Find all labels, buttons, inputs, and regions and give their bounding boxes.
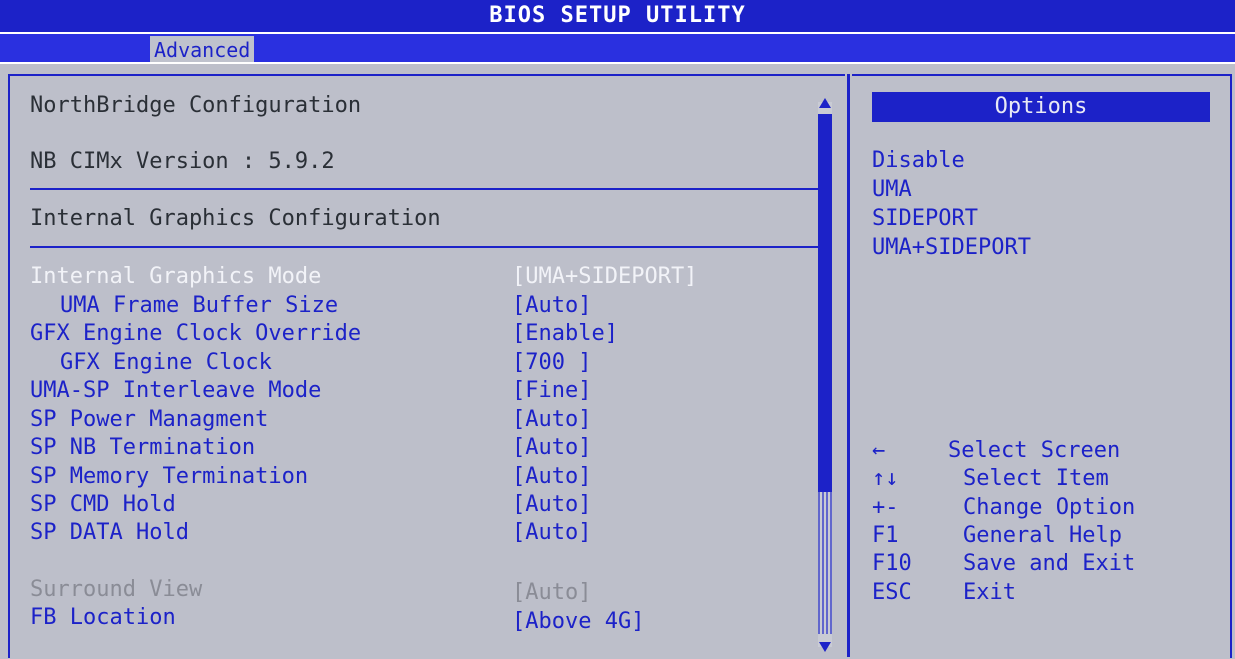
setting-value-internal-graphics-mode[interactable]: [UMA+SIDEPORT]: [512, 263, 697, 291]
option-disable[interactable]: Disable: [872, 147, 965, 175]
separator-bottom: [30, 246, 825, 248]
tab-advanced[interactable]: Advanced: [150, 36, 255, 64]
setting-value-sp-cmd-hold[interactable]: [Auto]: [512, 491, 591, 519]
setting-label-uma-sp-interleave-mode[interactable]: UMA-SP Interleave Mode: [30, 377, 321, 405]
setting-label-uma-frame-buffer-size[interactable]: UMA Frame Buffer Size: [60, 292, 338, 320]
help-key-plus-minus: +-: [872, 495, 899, 520]
help-key-f10: F10: [872, 551, 912, 576]
option-uma-sideport[interactable]: UMA+SIDEPORT: [872, 234, 1031, 262]
setting-label-gfx-engine-clock-override[interactable]: GFX Engine Clock Override: [30, 320, 361, 348]
setting-value-sp-memory-termination[interactable]: [Auto]: [512, 463, 591, 491]
setting-label-sp-data-hold[interactable]: SP DATA Hold: [30, 519, 189, 547]
panel-divider: [847, 74, 850, 657]
setting-label-sp-power-managment[interactable]: SP Power Managment: [30, 406, 268, 434]
option-sideport[interactable]: SIDEPORT: [872, 205, 978, 233]
help-key-esc: ESC: [872, 580, 912, 605]
setting-label-gfx-engine-clock[interactable]: GFX Engine Clock: [60, 349, 272, 377]
subsection-title: Internal Graphics Configuration: [30, 206, 441, 231]
setting-label-sp-cmd-hold[interactable]: SP CMD Hold: [30, 491, 176, 519]
setting-value-uma-sp-interleave-mode[interactable]: [Fine]: [512, 377, 591, 405]
section-title: NorthBridge Configuration: [30, 93, 362, 118]
help-action-select-item: Select Item: [963, 466, 1109, 491]
setting-value-uma-frame-buffer-size[interactable]: [Auto]: [512, 292, 591, 320]
help-action-save-and-exit: Save and Exit: [963, 551, 1136, 576]
scroll-up-arrow-icon[interactable]: [819, 98, 831, 108]
options-header: Options: [872, 92, 1210, 122]
setting-label-fb-location[interactable]: FB Location: [30, 604, 176, 632]
setting-label-internal-graphics-mode[interactable]: Internal Graphics Mode: [30, 263, 321, 291]
scroll-down-arrow-icon[interactable]: [819, 642, 831, 652]
help-action-exit: Exit: [963, 580, 1016, 605]
setting-value-sp-nb-termination[interactable]: [Auto]: [512, 434, 591, 462]
window-title: BIOS SETUP UTILITY: [0, 0, 1235, 32]
scrollbar-thumb[interactable]: [818, 114, 832, 492]
option-uma[interactable]: UMA: [872, 176, 912, 204]
setting-label-sp-nb-termination[interactable]: SP NB Termination: [30, 434, 255, 462]
setting-value-gfx-engine-clock-override[interactable]: [Enable]: [512, 320, 618, 348]
tab-strip: Advanced: [0, 32, 1235, 64]
help-action-select-screen: Select Screen: [948, 438, 1121, 463]
setting-value-sp-data-hold[interactable]: [Auto]: [512, 519, 591, 547]
setting-value-sp-power-managment[interactable]: [Auto]: [512, 406, 591, 434]
setting-label-surround-view: Surround View: [30, 577, 203, 602]
setting-label-sp-memory-termination[interactable]: SP Memory Termination: [30, 463, 308, 491]
separator-top: [30, 188, 825, 190]
help-action-general-help: General Help: [963, 523, 1122, 548]
setting-value-surround-view: [Auto]: [512, 580, 592, 605]
help-key-left-arrow-icon: ←: [872, 438, 886, 463]
setting-value-fb-location[interactable]: [Above 4G]: [512, 608, 644, 636]
scrollbar-track-dotted: [818, 492, 832, 634]
help-action-change-option: Change Option: [963, 495, 1136, 520]
setting-value-gfx-engine-clock[interactable]: [700 ]: [512, 349, 591, 377]
help-key-f1: F1: [872, 523, 899, 548]
help-key-up-down-arrows-icon: ↑↓: [872, 466, 899, 491]
version-line: NB CIMx Version : 5.9.2: [30, 149, 335, 174]
